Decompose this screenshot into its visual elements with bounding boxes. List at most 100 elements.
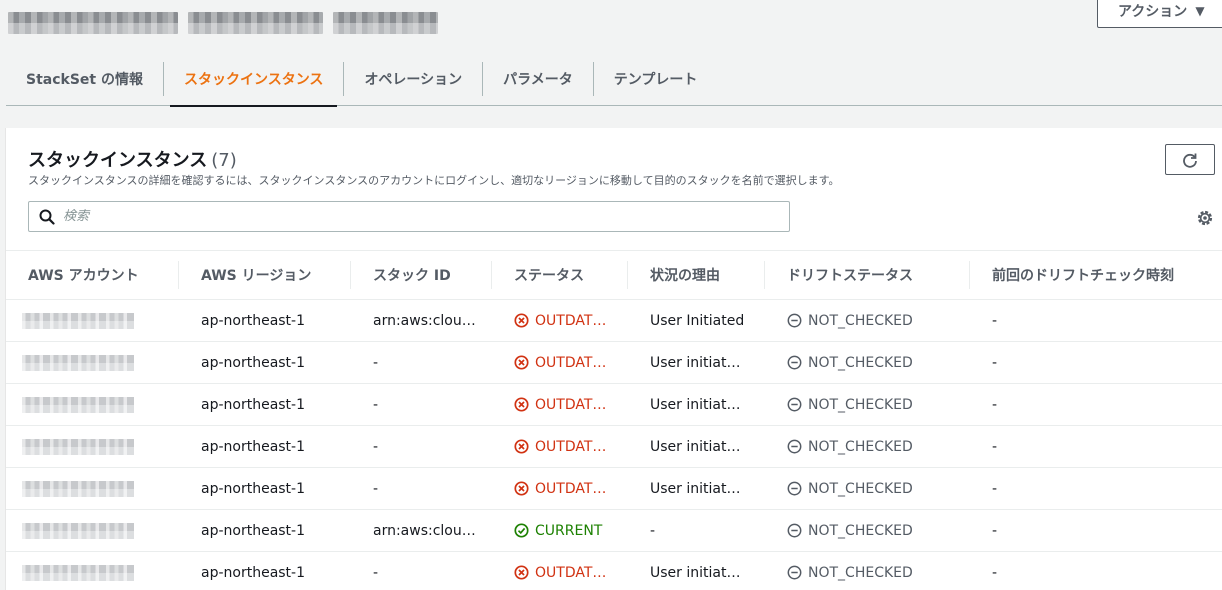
table-row[interactable]: ap-northeast-1 - OUTDAT… User initiat… NOT_C… bbox=[6, 468, 1222, 510]
error-circle-icon bbox=[514, 355, 529, 370]
panel-description: スタックインスタンスの詳細を確認するには、スタックインスタンスのアカウントにログ… bbox=[28, 174, 840, 187]
status-text: OUTDAT… bbox=[535, 312, 607, 329]
reason-cell: User initiat… bbox=[650, 438, 741, 455]
drift-status-cell: NOT_CHECKED bbox=[765, 313, 970, 329]
gear-icon[interactable] bbox=[1195, 208, 1215, 228]
table-row[interactable]: ap-northeast-1 arn:aws:clou… OUTDAT… User I… bbox=[6, 300, 1222, 342]
account-cell bbox=[6, 354, 179, 371]
error-circle-icon bbox=[514, 397, 529, 412]
redacted-block bbox=[8, 12, 178, 34]
search-icon bbox=[39, 209, 55, 225]
last-drift-check-cell: - bbox=[992, 522, 998, 539]
stack-id-cell: arn:aws:clou… bbox=[373, 312, 476, 329]
account-id-redacted bbox=[22, 438, 134, 455]
account-cell bbox=[6, 564, 179, 581]
column-header-status[interactable]: ステータス bbox=[492, 261, 628, 289]
last-drift-check-cell: - bbox=[992, 312, 998, 329]
refresh-icon bbox=[1183, 153, 1197, 168]
error-circle-icon bbox=[514, 313, 529, 328]
column-header-stack-id[interactable]: スタック ID bbox=[351, 261, 492, 289]
minus-circle-icon bbox=[787, 565, 802, 580]
column-header-reason[interactable]: 状況の理由 bbox=[628, 261, 765, 289]
drift-status-cell: NOT_CHECKED bbox=[765, 439, 970, 455]
refresh-button[interactable] bbox=[1165, 144, 1215, 175]
tab-label: StackSet の情報 bbox=[26, 72, 143, 88]
instance-count: (7) bbox=[211, 150, 237, 171]
account-cell bbox=[6, 312, 179, 329]
stack-id-cell: arn:aws:clou… bbox=[373, 522, 476, 539]
tab-stackset-info[interactable]: StackSet の情報 bbox=[6, 52, 163, 106]
last-drift-check-cell: - bbox=[992, 396, 998, 413]
table-header: AWS アカウント AWS リージョン スタック ID ステータス 状況の理由 … bbox=[6, 250, 1222, 300]
status-cell: OUTDAT… bbox=[492, 565, 628, 581]
stack-instances-table: AWS アカウント AWS リージョン スタック ID ステータス 状況の理由 … bbox=[6, 250, 1222, 590]
region-cell: ap-northeast-1 bbox=[201, 564, 306, 581]
search-field[interactable] bbox=[28, 201, 790, 232]
reason-cell: - bbox=[650, 522, 656, 539]
actions-label: アクション bbox=[1118, 4, 1188, 20]
drift-status-text: NOT_CHECKED bbox=[808, 354, 913, 371]
region-cell: ap-northeast-1 bbox=[201, 396, 306, 413]
account-cell bbox=[6, 480, 179, 497]
drift-status-text: NOT_CHECKED bbox=[808, 396, 913, 413]
table-row[interactable]: ap-northeast-1 - OUTDAT… User initiat… NOT_C… bbox=[6, 552, 1222, 590]
stack-instances-panel: スタックインスタンス (7) スタックインスタンスの詳細を確認するには、スタックイ… bbox=[5, 128, 1222, 590]
drift-status-cell: NOT_CHECKED bbox=[765, 523, 970, 539]
account-cell bbox=[6, 396, 179, 413]
error-circle-icon bbox=[514, 481, 529, 496]
reason-cell: User initiat… bbox=[650, 396, 741, 413]
drift-status-text: NOT_CHECKED bbox=[808, 480, 913, 497]
minus-circle-icon bbox=[787, 313, 802, 328]
redacted-block bbox=[333, 12, 438, 34]
tab-stack-instances[interactable]: スタックインスタンス bbox=[164, 52, 343, 107]
column-header-drift-status[interactable]: ドリフトステータス bbox=[765, 261, 970, 289]
account-cell bbox=[6, 438, 179, 455]
minus-circle-icon bbox=[787, 523, 802, 538]
table-row[interactable]: ap-northeast-1 - OUTDAT… User initiat… NOT_C… bbox=[6, 426, 1222, 468]
account-id-redacted bbox=[22, 480, 134, 497]
caret-down-icon: ▼ bbox=[1195, 4, 1205, 18]
redacted-block bbox=[188, 12, 323, 34]
region-cell: ap-northeast-1 bbox=[201, 354, 306, 371]
last-drift-check-cell: - bbox=[992, 480, 998, 497]
column-header-account[interactable]: AWS アカウント bbox=[6, 261, 179, 289]
status-cell: OUTDAT… bbox=[492, 481, 628, 497]
tab-operations[interactable]: オペレーション bbox=[344, 52, 482, 106]
drift-status-cell: NOT_CHECKED bbox=[765, 481, 970, 497]
error-circle-icon bbox=[514, 565, 529, 580]
last-drift-check-cell: - bbox=[992, 438, 998, 455]
column-header-last-drift-check[interactable]: 前回のドリフトチェック時刻 bbox=[970, 261, 1222, 289]
status-cell: OUTDAT… bbox=[492, 439, 628, 455]
tab-template[interactable]: テンプレート bbox=[594, 52, 718, 106]
table-row[interactable]: ap-northeast-1 - OUTDAT… User initiat… NOT_C… bbox=[6, 384, 1222, 426]
status-cell: OUTDAT… bbox=[492, 313, 628, 329]
check-circle-icon bbox=[514, 523, 529, 538]
column-header-region[interactable]: AWS リージョン bbox=[179, 261, 351, 289]
table-row[interactable]: ap-northeast-1 - OUTDAT… User initiat… NOT_C… bbox=[6, 342, 1222, 384]
table-row[interactable]: ap-northeast-1 arn:aws:clou… CURRENT - NOT_C… bbox=[6, 510, 1222, 552]
account-id-redacted bbox=[22, 522, 134, 539]
tab-label: オペレーション bbox=[364, 72, 463, 88]
stack-id-cell: - bbox=[373, 564, 379, 581]
panel-header: スタックインスタンス (7) bbox=[28, 146, 237, 172]
search-input[interactable] bbox=[63, 209, 763, 224]
status-text: CURRENT bbox=[535, 522, 603, 539]
reason-cell: User initiat… bbox=[650, 564, 741, 581]
stack-id-cell: - bbox=[373, 354, 379, 371]
status-text: OUTDAT… bbox=[535, 354, 607, 371]
minus-circle-icon bbox=[787, 355, 802, 370]
region-cell: ap-northeast-1 bbox=[201, 438, 306, 455]
drift-status-cell: NOT_CHECKED bbox=[765, 397, 970, 413]
minus-circle-icon bbox=[787, 439, 802, 454]
last-drift-check-cell: - bbox=[992, 564, 998, 581]
status-text: OUTDAT… bbox=[535, 396, 607, 413]
actions-dropdown-button[interactable]: アクション ▼ bbox=[1097, 0, 1222, 28]
tab-bar: StackSet の情報 スタックインスタンス オペレーション パラメータ テン… bbox=[6, 52, 1222, 107]
tab-label: パラメータ bbox=[503, 72, 573, 88]
status-text: OUTDAT… bbox=[535, 438, 607, 455]
tab-parameters[interactable]: パラメータ bbox=[483, 52, 593, 106]
status-text: OUTDAT… bbox=[535, 564, 607, 581]
region-cell: ap-northeast-1 bbox=[201, 522, 306, 539]
drift-status-text: NOT_CHECKED bbox=[808, 564, 913, 581]
drift-status-cell: NOT_CHECKED bbox=[765, 565, 970, 581]
